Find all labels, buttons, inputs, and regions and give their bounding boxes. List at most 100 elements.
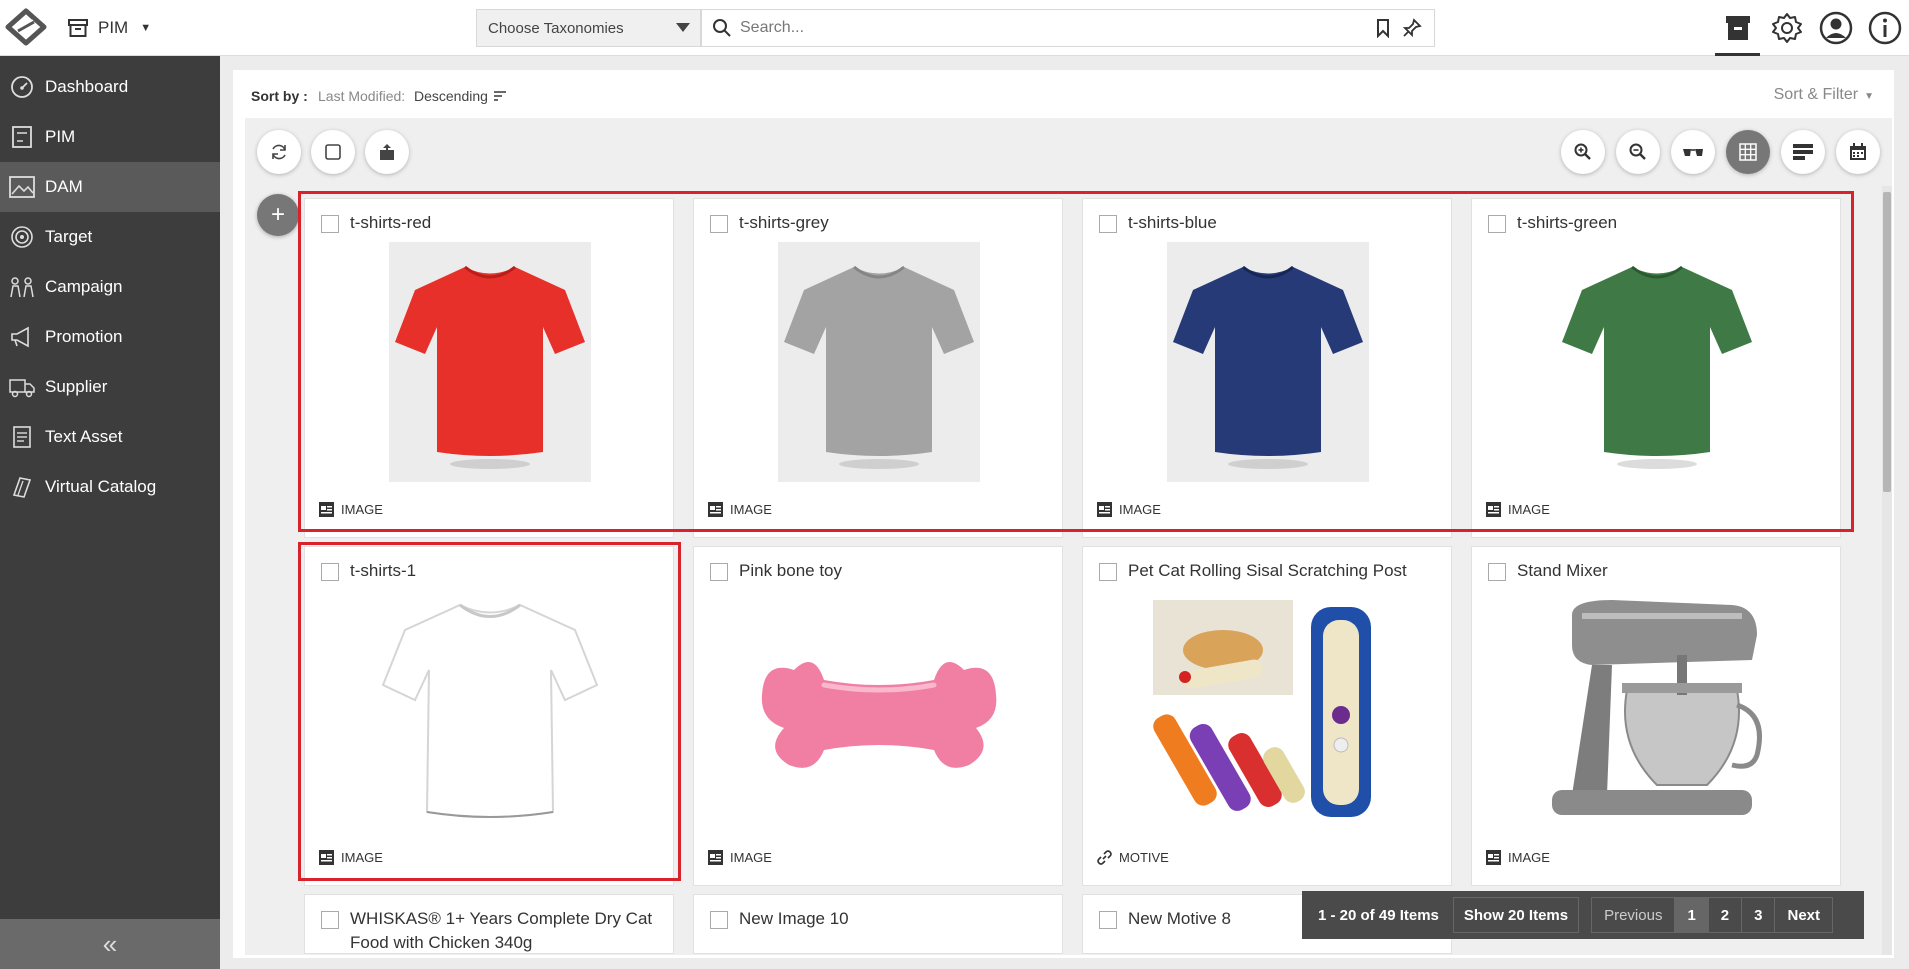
sort-direction[interactable]: Descending [414,88,506,104]
export-button[interactable] [365,130,409,174]
app-logo-icon[interactable] [4,8,48,46]
search-input[interactable] [740,19,1360,37]
calendar-view-button[interactable] [1836,130,1880,174]
sidebar-item-dashboard[interactable]: Dashboard [0,62,220,112]
sidebar-item-supplier[interactable]: Supplier [0,362,220,412]
info-icon[interactable] [1860,0,1909,56]
zoom-in-icon [1574,143,1591,160]
previous-page-button[interactable]: Previous [1592,898,1676,932]
asset-checkbox[interactable] [710,215,728,233]
top-bar: PIM ▼ Choose Taxonomies [0,0,1909,56]
asset-checkbox[interactable] [1488,563,1506,581]
asset-card[interactable]: t-shirts-grey IMAGE [693,198,1063,538]
zoom-out-icon [1629,143,1646,160]
asset-card[interactable]: Pink bone toy IMAGE [693,546,1063,886]
asset-type: IMAGE [319,850,383,865]
asset-thumbnail [694,590,1064,830]
asset-card[interactable]: t-shirts-red IMAGE [304,198,674,538]
document-icon [8,423,36,451]
glasses-icon [1683,149,1703,156]
asset-title: t-shirts-red [350,213,432,232]
select-all-button[interactable] [311,130,355,174]
sidebar-collapse-button[interactable]: « [0,919,220,969]
asset-checkbox[interactable] [321,563,339,581]
sort-filter-label: Sort & Filter [1773,86,1859,103]
asset-card[interactable]: New Image 10 [693,894,1063,954]
asset-title: t-shirts-green [1517,213,1618,232]
page-button-1[interactable]: 1 [1675,898,1709,932]
taxonomy-placeholder: Choose Taxonomies [488,19,624,37]
asset-checkbox[interactable] [321,215,339,233]
asset-checkbox[interactable] [1488,215,1506,233]
sidebar-item-pim[interactable]: PIM [0,112,220,162]
plus-icon: + [270,201,285,228]
gear-icon[interactable] [1762,0,1811,56]
asset-title: Stand Mixer [1517,561,1608,580]
main-content: Sort by : Last Modified: Descending Sort… [233,70,1894,958]
tshirt-grey-image [778,242,980,482]
asset-type: IMAGE [1486,502,1550,517]
user-account-icon[interactable] [1811,0,1860,56]
tshirt-red-image [389,242,591,482]
archive-tab-icon[interactable] [1713,0,1762,56]
search-icon [713,19,731,37]
list-view-button[interactable] [1781,130,1825,174]
scrollbar-thumb[interactable] [1883,192,1891,492]
next-page-button[interactable]: Next [1775,898,1832,932]
pin-icon[interactable] [1402,18,1422,38]
sort-field[interactable]: Last Modified: [318,88,405,104]
pagination-count: 1 - 20 of 49 Items [1318,906,1439,924]
sidebar-item-text-asset[interactable]: Text Asset [0,412,220,462]
sidebar-item-virtual-catalog[interactable]: Virtual Catalog [0,462,220,512]
asset-card[interactable]: WHISKAS® 1+ Years Complete Dry Cat Food … [304,894,674,954]
sort-filter-toggle[interactable]: Sort & Filter ▼ [1774,86,1874,104]
share-upload-icon [380,144,394,160]
asset-checkbox[interactable] [710,563,728,581]
asset-card[interactable]: t-shirts-1 IMAGE [304,546,674,886]
zoom-out-button[interactable] [1616,130,1660,174]
zoom-in-button[interactable] [1561,130,1605,174]
sort-bar: Sort by : Last Modified: Descending Sort… [233,70,1894,118]
asset-card[interactable]: Pet Cat Rolling Sisal Scratching Post MO… [1082,546,1452,886]
bookmark-icon[interactable] [1376,19,1390,38]
sidebar-item-label: DAM [45,177,83,196]
sidebar-item-campaign[interactable]: Campaign [0,262,220,312]
megaphone-icon [8,323,36,351]
sidebar-item-dam[interactable]: DAM [0,162,220,212]
image-type-icon [319,850,334,865]
sidebar-item-label: Supplier [45,377,108,396]
asset-checkbox[interactable] [321,911,339,929]
module-switcher[interactable]: PIM ▼ [68,14,151,42]
taxonomy-select[interactable]: Choose Taxonomies [476,9,701,47]
pagination-bar: 1 - 20 of 49 Items Show 20 Items Previou… [1302,891,1864,939]
add-asset-button[interactable]: + [257,194,299,236]
vertical-scrollbar[interactable] [1882,186,1892,955]
page-button-2[interactable]: 2 [1709,898,1743,932]
asset-card[interactable]: t-shirts-blue IMAGE [1082,198,1452,538]
tshirt-blue-image [1167,242,1369,482]
asset-thumbnail [1472,590,1842,830]
refresh-button[interactable] [257,130,301,174]
asset-checkbox[interactable] [1099,911,1117,929]
target-icon [8,223,36,251]
sidebar-item-label: Dashboard [45,77,129,96]
asset-title: Pet Cat Rolling Sisal Scratching Post [1128,561,1407,580]
asset-title: New Image 10 [739,909,849,928]
page-size-button[interactable]: Show 20 Items [1452,897,1580,933]
sidebar-item-target[interactable]: Target [0,212,220,262]
grid-view-button[interactable] [1726,130,1770,174]
asset-checkbox[interactable] [710,911,728,929]
preview-glasses-button[interactable] [1671,130,1715,174]
sidebar-item-label: Virtual Catalog [45,477,157,496]
asset-card[interactable]: t-shirts-green IMAGE [1471,198,1841,538]
asset-title: t-shirts-blue [1128,213,1217,232]
asset-checkbox[interactable] [1099,215,1117,233]
catalog-icon [8,473,36,501]
sidebar-item-promotion[interactable]: Promotion [0,312,220,362]
page-button-3[interactable]: 3 [1742,898,1776,932]
asset-card[interactable]: Stand Mixer IMAGE [1471,546,1841,886]
asset-checkbox[interactable] [1099,563,1117,581]
asset-type: IMAGE [1097,502,1161,517]
asset-type: IMAGE [319,502,383,517]
asset-title: Pink bone toy [739,561,843,580]
